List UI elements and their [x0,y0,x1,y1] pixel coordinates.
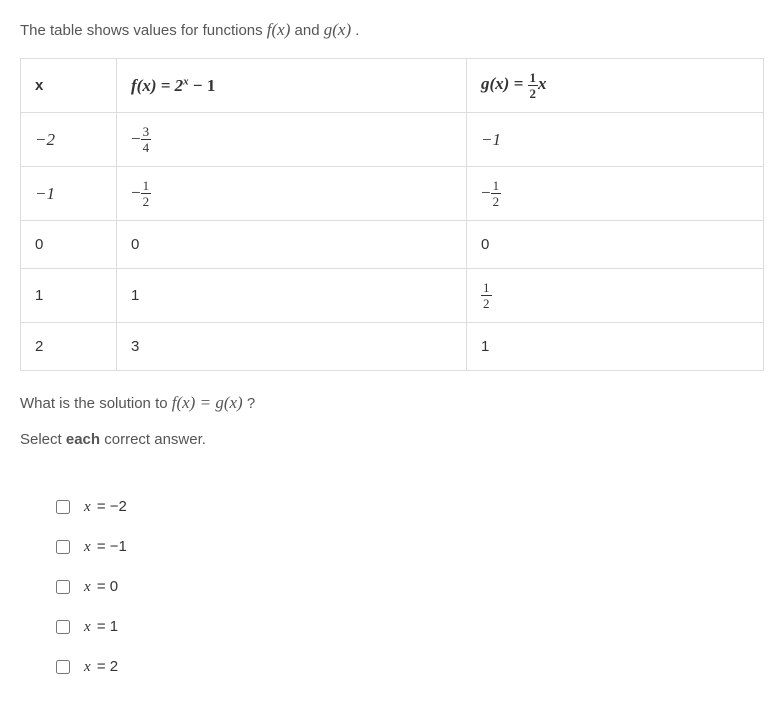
math-fx: f(x) [267,20,291,39]
cell-g: 1 [467,323,764,371]
cell-x: −1 [21,167,117,221]
header-x: x [21,59,117,113]
cell-f: −12 [117,167,467,221]
cell-x: −2 [21,113,117,167]
choice-label: x = −2 [84,498,127,516]
cell-x: 1 [21,269,117,323]
choice-option: x = 0 [56,578,764,596]
cell-g: 12 [467,269,764,323]
cell-x: 2 [21,323,117,371]
choice-checkbox[interactable] [56,620,70,634]
values-table: x f(x) = 2x − 1 g(x) = 12x −2 −34 −1 −1 … [20,58,764,371]
table-row: 0 0 0 [21,221,764,269]
cell-f: 3 [117,323,467,371]
cell-f: 1 [117,269,467,323]
choice-option: x = 1 [56,618,764,636]
choice-label: x = 0 [84,578,118,596]
choice-option: x = 2 [56,658,764,676]
math-eq: f(x) = g(x) [172,393,243,412]
choice-checkbox[interactable] [56,580,70,594]
cell-x: 0 [21,221,117,269]
cell-g: −1 [467,113,764,167]
choice-option: x = −2 [56,498,764,516]
header-fx: f(x) = 2x − 1 [117,59,467,113]
cell-f: −34 [117,113,467,167]
choice-checkbox[interactable] [56,660,70,674]
cell-g: −12 [467,167,764,221]
question-text: What is the solution to f(x) = g(x) ? [20,393,764,413]
choice-option: x = −1 [56,538,764,556]
math-gx: g(x) [324,20,351,39]
choice-checkbox[interactable] [56,540,70,554]
choice-label: x = −1 [84,538,127,556]
cell-f: 0 [117,221,467,269]
choice-label: x = 2 [84,658,118,676]
header-gx: g(x) = 12x [467,59,764,113]
choice-label: x = 1 [84,618,118,636]
table-row: 2 3 1 [21,323,764,371]
table-row: 1 1 12 [21,269,764,323]
choice-checkbox[interactable] [56,500,70,514]
choices-group: x = −2 x = −1 x = 0 x = 1 x = 2 [20,498,764,676]
instruction-text: Select each correct answer. [20,431,764,448]
table-row: −1 −12 −12 [21,167,764,221]
intro-text: The table shows values for functions f(x… [20,20,764,40]
cell-g: 0 [467,221,764,269]
table-row: −2 −34 −1 [21,113,764,167]
